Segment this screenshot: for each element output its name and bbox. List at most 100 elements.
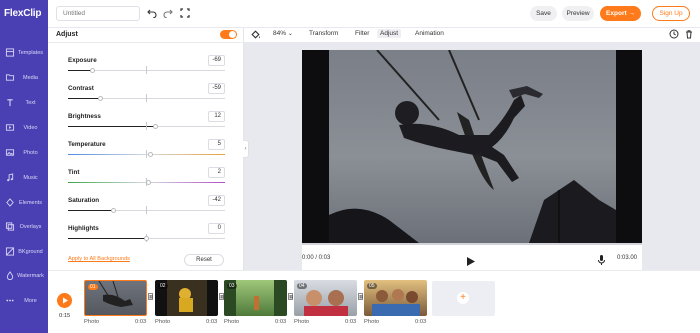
slider-center-mark (146, 94, 147, 102)
clip-type-label: Photo (364, 319, 380, 325)
timeline-clip-4[interactable]: 04 (294, 280, 357, 316)
adjust-toggle[interactable] (220, 30, 237, 39)
canvas-photo[interactable] (329, 50, 616, 243)
tint-value-field[interactable]: 2 (208, 167, 225, 178)
sidebar-item-watermark[interactable]: Watermark (0, 270, 48, 292)
contrast-value-field[interactable]: -59 (208, 83, 225, 94)
sidebar-item-text[interactable]: Text (0, 97, 48, 119)
zoom-select[interactable]: 84% ⌄ (273, 30, 293, 37)
trash-icon[interactable] (684, 29, 694, 41)
sidebar-item-bkground[interactable]: BKground (0, 246, 48, 268)
sidebar-item-label: More (24, 298, 37, 304)
sidebar-item-label: Photo (23, 150, 38, 156)
highlights-value-field[interactable]: 0 (208, 223, 225, 234)
sidebar-item-templates[interactable]: Templates (0, 47, 48, 69)
highlights-slider-handle[interactable] (144, 235, 149, 241)
transition-icon[interactable]: ▦ (148, 293, 153, 300)
tab-transform[interactable]: Transform (309, 30, 338, 37)
clip-duration: 0:03 (415, 319, 427, 325)
clip-number: 03 (227, 283, 237, 289)
contrast-slider[interactable] (68, 94, 225, 102)
tab-adjust[interactable]: Adjust (377, 29, 402, 38)
collapse-panel-button[interactable]: ‹ (243, 140, 249, 158)
player-controls (302, 243, 642, 270)
slider-center-mark (146, 122, 147, 130)
sidebar-item-label: Text (25, 100, 36, 106)
clip-type-label: Photo (294, 319, 310, 325)
sidebar-item-music[interactable]: Music (0, 172, 48, 194)
tint-slider[interactable] (68, 178, 225, 186)
sidebar-item-video[interactable]: Video (0, 122, 48, 144)
clip-duration: 0:03 (206, 319, 218, 325)
clock-icon[interactable] (669, 29, 679, 41)
fullscreen-icon[interactable] (180, 8, 190, 18)
transition-icon[interactable]: ▦ (288, 293, 293, 300)
scrubber-track[interactable] (302, 243, 642, 245)
clip-duration: 0:03 (345, 319, 357, 325)
saturation-slider[interactable] (68, 206, 225, 214)
tab-filter[interactable]: Filter (355, 30, 369, 37)
apply-to-all-link[interactable]: Apply to All Backgrounds (68, 256, 130, 262)
timeline-play-button[interactable] (57, 293, 72, 308)
tab-animation[interactable]: Animation (415, 30, 444, 37)
exposure-value-field[interactable]: -69 (208, 55, 225, 66)
sidebar-item-media[interactable]: Media (0, 72, 48, 94)
temperature-value-field[interactable]: 5 (208, 139, 225, 150)
slider-center-mark (146, 206, 147, 214)
sidebar-item-label: Video (23, 125, 38, 131)
undo-icon[interactable] (147, 8, 157, 19)
clip-number: 02 (158, 283, 168, 289)
brightness-slider[interactable] (68, 122, 225, 130)
top-bar: Save Preview Export → Sign Up (48, 0, 700, 28)
clip-number: 04 (297, 283, 307, 289)
sidebar-item-label: Overlays (19, 224, 42, 230)
exposure-slider[interactable] (68, 66, 225, 74)
export-button[interactable]: Export → (600, 6, 641, 21)
clip-type-label: Photo (224, 319, 240, 325)
play-icon[interactable] (467, 253, 475, 271)
brightness-fill (68, 126, 156, 127)
sidebar-item-photo[interactable]: Photo (0, 147, 48, 169)
brightness-value-field[interactable]: 12 (208, 111, 225, 122)
sidebar-item-label: Media (23, 75, 38, 81)
total-duration: 0:15 (59, 313, 71, 319)
contrast-slider-handle[interactable] (97, 95, 103, 101)
sidebar-item-label: Music (23, 175, 38, 181)
temperature-slider-handle[interactable] (147, 151, 153, 157)
reset-button[interactable]: Reset (184, 254, 224, 266)
timeline-clip-1[interactable]: 01 (84, 280, 147, 316)
sidebar-item-overlays[interactable]: Overlays (0, 221, 48, 243)
temperature-label: Temperature (68, 141, 106, 148)
clip-duration: 0:03 (275, 319, 287, 325)
timeline-clip-5[interactable]: 05 (364, 280, 427, 316)
sidebar-item-more[interactable]: More (0, 295, 48, 317)
exposure-fill (68, 70, 93, 71)
sidebar-item-label: BKground (18, 249, 43, 255)
highlights-slider[interactable] (68, 234, 225, 242)
microphone-icon[interactable] (598, 252, 605, 270)
temperature-slider[interactable] (68, 150, 225, 158)
tint-slider-handle[interactable] (145, 179, 151, 185)
contrast-fill (68, 98, 101, 99)
exposure-slider-handle[interactable] (89, 67, 95, 73)
end-time: 0:03.00 (617, 255, 638, 261)
arrow-right-icon: → (628, 10, 635, 17)
clip-duration: 0:03 (135, 319, 147, 325)
plus-icon[interactable]: + (457, 292, 469, 304)
preview-button[interactable]: Preview (562, 6, 594, 21)
transition-icon[interactable]: ▦ (358, 293, 363, 300)
signup-button[interactable]: Sign Up (652, 6, 690, 21)
brightness-slider-handle[interactable] (153, 123, 159, 129)
project-title-input[interactable] (56, 6, 140, 21)
save-button[interactable]: Save (530, 6, 557, 21)
redo-icon[interactable] (163, 8, 173, 19)
paint-bucket-icon[interactable] (250, 29, 261, 42)
exposure-label: Exposure (68, 57, 97, 64)
adjust-panel: Adjust Exposure -69 Contrast -59 Brightn… (48, 28, 244, 270)
saturation-slider-handle[interactable] (111, 207, 117, 213)
saturation-value-field[interactable]: -42 (208, 195, 225, 206)
sidebar-item-elements[interactable]: Elements (0, 197, 48, 219)
timeline-clip-2[interactable]: 02 (155, 280, 218, 316)
timeline-clip-3[interactable]: 03 (224, 280, 287, 316)
slider-center-mark (146, 66, 147, 74)
